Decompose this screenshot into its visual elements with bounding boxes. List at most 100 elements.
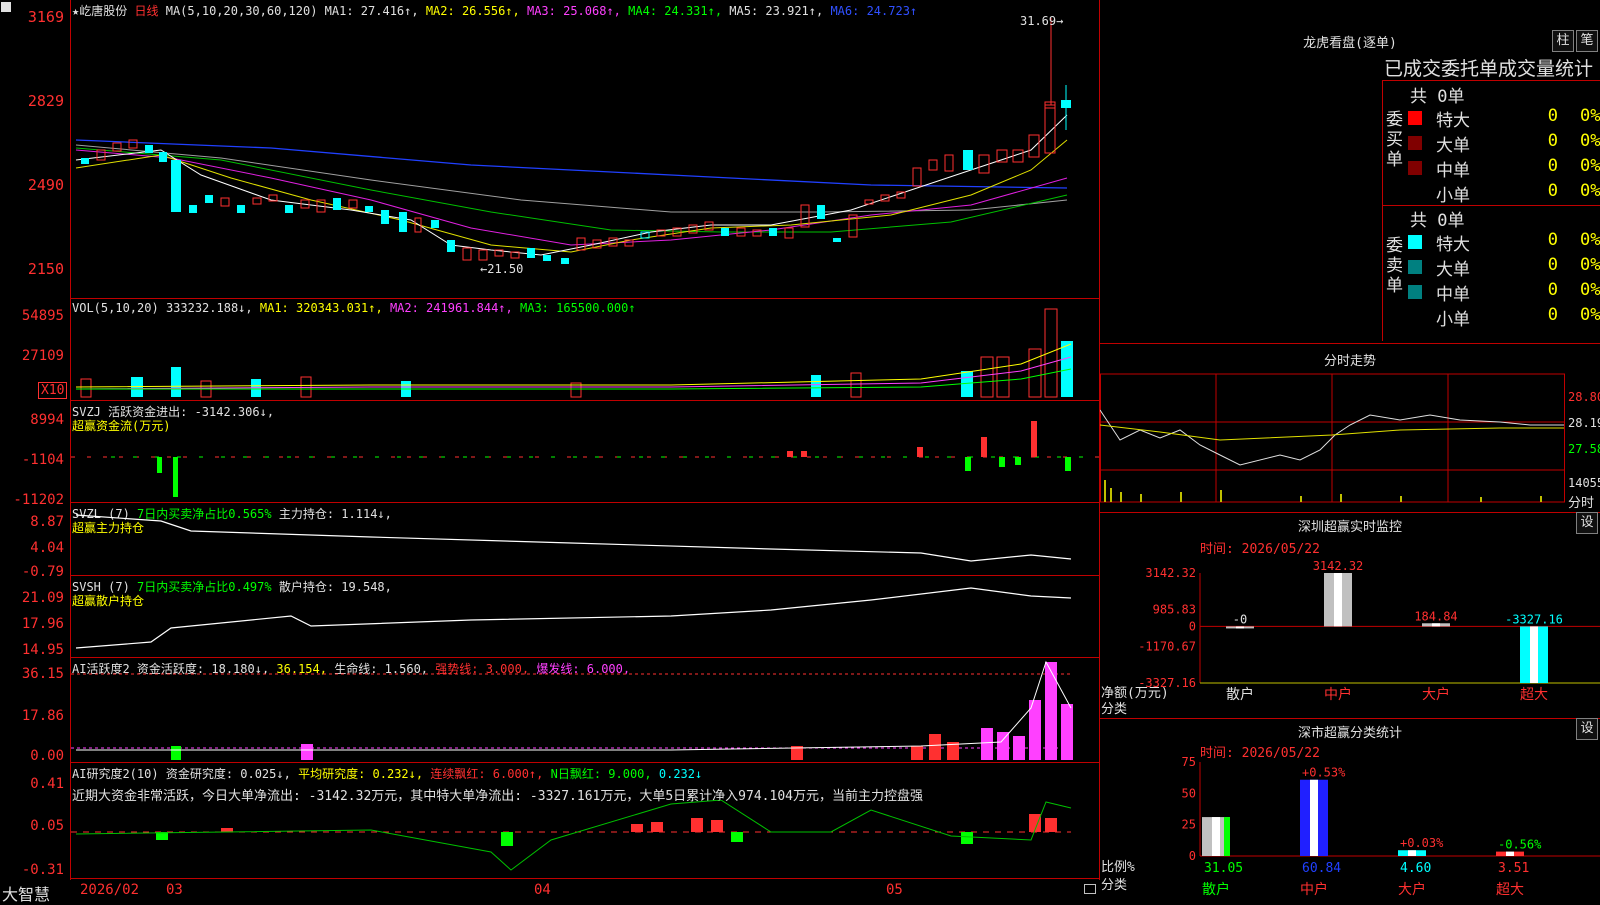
vol-axis-label: 54895 [21,308,64,324]
row-value: 0 [1547,305,1558,325]
vol-axis-label: 27109 [21,348,64,364]
sell-side-label: 委卖单 [1386,236,1403,296]
sell-row: 特大 0 0% [1408,230,1600,255]
row-label: 小单 [1436,186,1470,206]
fenshi-unit: 分时 [1568,496,1595,511]
color-swatch [1408,235,1422,249]
lock-icon[interactable] [1084,884,1096,894]
sz-monitor-settings-button[interactable]: 设 [1576,512,1598,534]
class-category-label: 大户 [1398,881,1426,898]
row-label: 特大 [1436,111,1470,131]
class-value-label: 3.51 [1498,861,1529,876]
svzj-axis-label: 8994 [30,412,64,428]
ma2-line [75,139,1068,253]
row-value: 0 [1547,255,1558,275]
ai1-axis-label: 0.00 [30,748,64,764]
vol-unit: X10 [38,382,68,399]
class-tick-label: 75 [1182,756,1196,769]
net-bar-highlight [1236,626,1244,629]
ai2-axis-label: 0.41 [30,776,64,792]
bar-view-button[interactable]: 柱 [1552,30,1574,52]
buy-total: 共 0单 [1410,87,1465,107]
class-tick-label: 25 [1182,818,1196,832]
ai1-axis-label: 36.15 [21,666,64,682]
row-pct: 0% [1580,255,1600,275]
intraday-chart[interactable] [1100,370,1566,508]
svzj-axis-label: -1104 [21,452,64,468]
date-label: 03 [166,882,183,898]
svzl-axis-label: -0.79 [21,564,64,580]
row-pct: 0% [1580,230,1600,250]
svsh-axis-label: 14.95 [21,642,64,658]
svzl-axis-label: 8.87 [30,514,64,530]
net-bar-highlight [1432,623,1440,627]
row-pct: 0% [1580,131,1600,151]
price-axis-label: 2490 [27,176,64,194]
ma1-line [75,114,1068,256]
buy-row: 大单 0 0% [1408,131,1600,156]
ma4-line [75,147,1068,233]
sell-row: 小单 0 0% [1408,305,1600,330]
fenshi-axis-label: 28.19 [1568,416,1600,430]
sell-total: 共 0单 [1410,211,1465,231]
net-category-label: 大户 [1422,686,1450,703]
ai2-v4: N日飘红: 9.000, [550,767,652,781]
row-label: 中单 [1436,285,1470,305]
price-axis-label: 2829 [27,92,64,110]
pen-view-button[interactable]: 笔 [1576,30,1598,52]
divider [70,878,1100,879]
color-swatch [1408,161,1422,175]
class-category-label: 中户 [1300,881,1328,898]
class-bar-highlight [1310,779,1318,856]
class-change-label: -0.56% [1498,838,1542,852]
section-divider [1100,718,1600,719]
divider [70,762,1100,763]
class-change-label: +0.53% [1302,766,1346,780]
color-swatch [1408,310,1422,324]
row-value: 0 [1547,106,1558,126]
net-bar-label: 184.84 [1414,609,1457,623]
vol-ma1-line [75,343,1072,388]
ai-research-chart [71,800,1072,871]
date-label: 04 [534,882,551,898]
class-bar-highlight [1408,850,1416,856]
net-category: 分类 [1101,702,1128,717]
class-bar-highlight [1506,851,1514,856]
row-value: 0 [1547,280,1558,300]
buy-row: 特大 0 0% [1408,106,1600,131]
fund-flow-chart [71,421,1099,497]
row-pct: 0% [1580,181,1600,201]
svsh-axis-label: 17.96 [21,616,64,632]
candlestick-chart[interactable] [71,0,1099,298]
color-swatch [1408,111,1422,125]
vol-ma2-line [75,356,1072,390]
buy-row: 中单 0 0% [1408,156,1600,181]
stats-title: 已成交委托单成交量统计 [1384,58,1594,80]
fenshi-axis-label: 14055 [1568,476,1600,490]
sell-row: 中单 0 0% [1408,280,1600,305]
net-category-label: 中户 [1324,686,1352,703]
net-bar-label: -3327.16 [1505,612,1563,626]
ai2-axis-label: 0.05 [30,818,64,834]
svzl-axis-label: 4.04 [30,540,64,556]
sz-class-settings-button[interactable]: 设 [1576,718,1598,740]
row-value: 0 [1547,156,1558,176]
class-bar-accent [1224,817,1230,856]
net-tick-label: 0 [1189,619,1196,633]
row-value: 0 [1547,230,1558,250]
brand-label: 大智慧 [2,885,51,904]
ma5-line [75,144,1068,213]
sell-row: 大单 0 0% [1408,255,1600,280]
row-pct: 0% [1580,106,1600,126]
price-axis-label: 2150 [27,260,64,278]
volume-chart[interactable] [71,299,1099,399]
fenshi-axis-label: 27.58 [1568,442,1600,456]
net-bar-label: 3142.32 [1313,559,1364,573]
ai2-v2: 平均研究度: 0.232↓, [298,767,424,781]
color-swatch [1408,260,1422,274]
net-amount-chart: 3142.32 985.83 0 -1170.67 -3327.16 -0 散户 3142.3… [1100,555,1600,725]
svzj-axis-label: -11202 [13,492,64,508]
color-swatch [1408,186,1422,200]
retail-hold-chart [75,587,1072,649]
class-bar-highlight [1212,817,1220,856]
